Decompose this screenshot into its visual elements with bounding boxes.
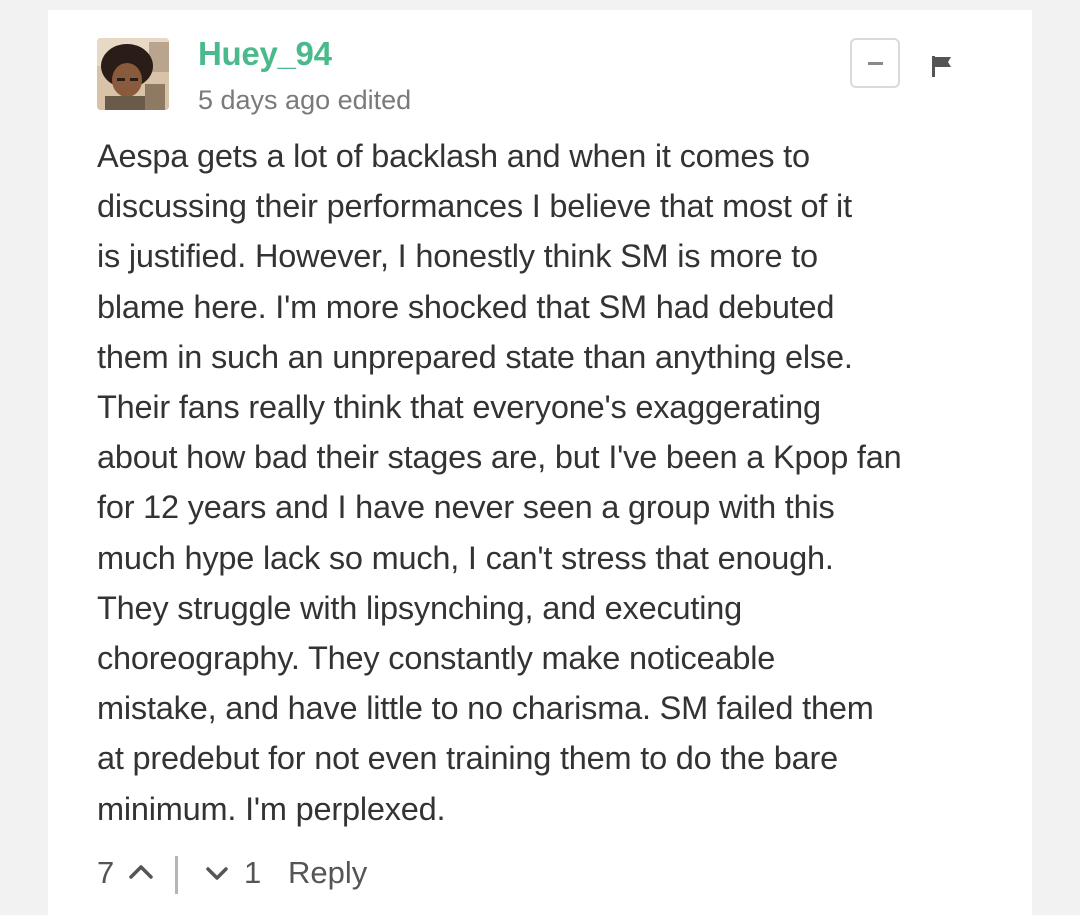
comment-actions: 7 1 Reply — [97, 848, 697, 898]
flag-icon[interactable] — [929, 52, 957, 80]
chevron-up-icon[interactable] — [128, 864, 154, 880]
collapse-button[interactable] — [850, 38, 900, 88]
downvote-count: 1 — [244, 855, 262, 890]
username[interactable]: Huey_94 — [198, 34, 332, 74]
comment-body: Aespa gets a lot of backlash and when it… — [97, 138, 902, 827]
avatar[interactable] — [97, 38, 169, 110]
vote-divider — [175, 856, 178, 894]
chevron-down-icon[interactable] — [205, 866, 229, 882]
comment-meta: 5 days ago edited — [198, 85, 412, 115]
minus-icon — [868, 62, 883, 65]
upvote-count: 7 — [97, 855, 115, 890]
reply-button[interactable]: Reply — [288, 853, 367, 893]
